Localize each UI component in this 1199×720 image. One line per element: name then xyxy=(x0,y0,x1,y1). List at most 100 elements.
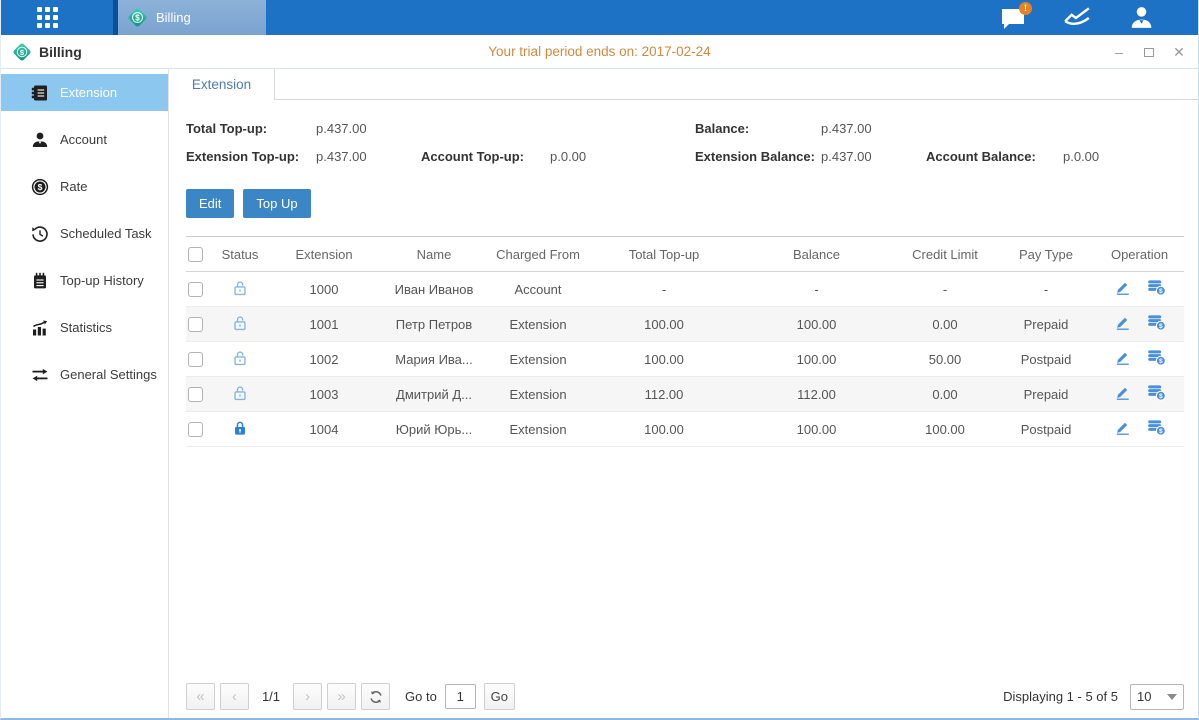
lock-open-icon[interactable] xyxy=(232,315,248,334)
top-up-button[interactable]: Top Up xyxy=(243,189,310,218)
topup-coins-icon[interactable]: $ xyxy=(1147,384,1166,404)
cell-extension: 1003 xyxy=(268,377,380,412)
maximize-icon[interactable] xyxy=(1142,45,1156,59)
trial-notice: Your trial period ends on: 2017-02-24 xyxy=(1,44,1198,59)
line-chart-icon[interactable] xyxy=(1062,3,1092,33)
topup-coins-icon[interactable]: $ xyxy=(1147,419,1166,439)
balance-value: p.437.00 xyxy=(821,121,926,136)
edit-pencil-icon[interactable] xyxy=(1114,384,1131,404)
next-page-button[interactable]: › xyxy=(293,683,322,710)
user-icon[interactable] xyxy=(1126,3,1156,33)
lock-open-icon[interactable] xyxy=(232,385,248,404)
total-topup-value: p.437.00 xyxy=(316,121,421,136)
account-topup-value: p.0.00 xyxy=(550,149,695,164)
lock-closed-icon[interactable] xyxy=(232,420,248,439)
cell-name: Мария Ива... xyxy=(380,342,488,377)
sidebar: Extension Account $Rate Scheduled Task Top-u… xyxy=(1,69,169,718)
sidebar-item-label: Statistics xyxy=(60,320,112,335)
account-topup-label: Account Top-up: xyxy=(421,149,550,164)
row-checkbox[interactable] xyxy=(188,387,203,402)
goto-page-input[interactable] xyxy=(445,684,476,709)
edit-button[interactable]: Edit xyxy=(186,189,234,218)
lock-open-icon[interactable] xyxy=(232,280,248,299)
sidebar-item-scheduled-task[interactable]: Scheduled Task xyxy=(1,215,168,252)
prev-page-button[interactable]: ‹ xyxy=(220,683,249,710)
last-page-button[interactable]: » xyxy=(327,683,356,710)
extension-topup-label: Extension Top-up: xyxy=(186,149,316,164)
sidebar-item-label: Top-up History xyxy=(60,273,144,288)
edit-pencil-icon[interactable] xyxy=(1114,349,1131,369)
cell-balance: 100.00 xyxy=(740,307,893,342)
dollar-circle-icon: $ xyxy=(31,178,49,196)
sliders-icon xyxy=(31,366,49,384)
cell-extension: 1002 xyxy=(268,342,380,377)
chevron-down-icon xyxy=(1167,694,1177,700)
row-checkbox[interactable] xyxy=(188,422,203,437)
edit-pencil-icon[interactable] xyxy=(1114,279,1131,299)
taskbar-tab-billing[interactable]: $ Billing xyxy=(113,0,266,35)
table-row-1001: 1001Петр ПетровExtension100.00100.000.00… xyxy=(186,307,1184,342)
total-topup-label: Total Top-up: xyxy=(186,121,316,136)
notification-badge: ! xyxy=(1019,2,1032,15)
first-page-button[interactable]: « xyxy=(186,683,215,710)
cell-charged-from: Extension xyxy=(488,377,588,412)
cell-pay-type: Postpaid xyxy=(997,342,1095,377)
topup-coins-icon[interactable]: $ xyxy=(1147,314,1166,334)
cell-credit-limit: 50.00 xyxy=(893,342,997,377)
column-header-credit-limit: Credit Limit xyxy=(893,237,997,272)
cell-balance: 100.00 xyxy=(740,342,893,377)
minimize-icon[interactable]: – xyxy=(1112,45,1126,59)
close-icon[interactable]: ✕ xyxy=(1172,45,1186,59)
sidebar-item-statistics[interactable]: Statistics xyxy=(1,309,168,346)
sidebar-item-label: Extension xyxy=(60,85,117,100)
refresh-button[interactable] xyxy=(361,683,390,710)
edit-pencil-icon[interactable] xyxy=(1114,419,1131,439)
app-grid-icon[interactable] xyxy=(36,6,60,30)
svg-text:$: $ xyxy=(38,182,43,192)
displaying-text: Displaying 1 - 5 of 5 xyxy=(1003,689,1118,704)
sidebar-item-extension[interactable]: Extension xyxy=(1,74,168,111)
edit-pencil-icon[interactable] xyxy=(1114,314,1131,334)
topup-coins-icon[interactable]: $ xyxy=(1147,279,1166,299)
cell-credit-limit: 100.00 xyxy=(893,412,997,447)
column-header-total-top-up: Total Top-up xyxy=(588,237,740,272)
page-size-select[interactable]: 10 xyxy=(1130,684,1184,710)
cell-pay-type: Prepaid xyxy=(997,307,1095,342)
account-balance-value: p.0.00 xyxy=(1063,149,1184,164)
column-header-charged-from: Charged From xyxy=(488,237,588,272)
balance-summary: Total Top-up: p.437.00 Extension Top-up:… xyxy=(186,121,1184,164)
select-all-checkbox[interactable] xyxy=(188,247,203,262)
cell-name: Дмитрий Д... xyxy=(380,377,488,412)
main-content: Extension Total Top-up: p.437.00 Extensi… xyxy=(169,69,1198,718)
row-checkbox[interactable] xyxy=(188,282,203,297)
sidebar-item-account[interactable]: Account xyxy=(1,121,168,158)
cell-charged-from: Extension xyxy=(488,307,588,342)
go-button[interactable]: Go xyxy=(484,683,515,710)
cell-name: Иван Иванов xyxy=(380,272,488,307)
svg-text:$: $ xyxy=(1159,428,1163,435)
cell-pay-type: Prepaid xyxy=(997,377,1095,412)
cell-charged-from: Extension xyxy=(488,412,588,447)
topup-coins-icon[interactable]: $ xyxy=(1147,349,1166,369)
messages-icon[interactable]: ! xyxy=(998,3,1028,33)
taskbar-tab-label: Billing xyxy=(156,10,191,25)
column-header-operation: Operation xyxy=(1095,237,1184,272)
row-checkbox[interactable] xyxy=(188,317,203,332)
sidebar-item-general-settings[interactable]: General Settings xyxy=(1,356,168,393)
row-checkbox[interactable] xyxy=(188,352,203,367)
lock-open-icon[interactable] xyxy=(232,350,248,369)
tab-extension[interactable]: Extension xyxy=(169,69,275,100)
sidebar-item-top-up-history[interactable]: Top-up History xyxy=(1,262,168,299)
cell-extension: 1000 xyxy=(268,272,380,307)
cell-credit-limit: 0.00 xyxy=(893,377,997,412)
window-titlebar: $ Billing Your trial period ends on: 201… xyxy=(1,35,1198,69)
page-indicator: 1/1 xyxy=(254,689,288,704)
cell-total-topup: 100.00 xyxy=(588,342,740,377)
extension-table: StatusExtensionNameCharged FromTotal Top… xyxy=(186,236,1184,447)
sidebar-item-rate[interactable]: $Rate xyxy=(1,168,168,205)
svg-text:$: $ xyxy=(1159,288,1163,295)
cell-credit-limit: 0.00 xyxy=(893,307,997,342)
cell-extension: 1004 xyxy=(268,412,380,447)
goto-label: Go to xyxy=(405,689,437,704)
person-icon xyxy=(31,131,49,149)
